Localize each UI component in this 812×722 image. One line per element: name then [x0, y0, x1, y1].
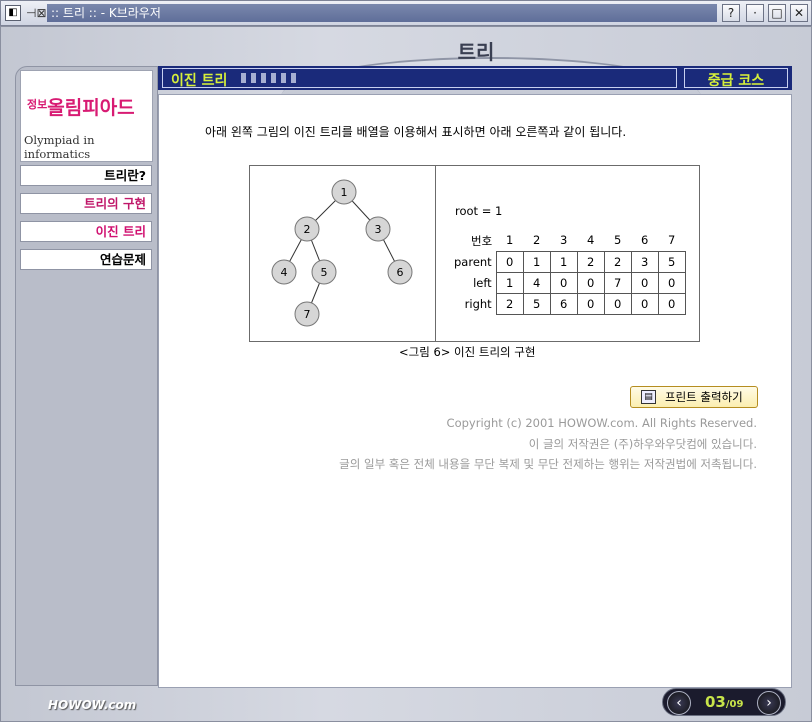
print-button-label: 프린트 출력하기: [665, 390, 743, 404]
pin-icon[interactable]: ⊣⊠: [26, 5, 47, 21]
menu-item-tree-implementation[interactable]: 트리의 구현: [20, 193, 152, 214]
table-cell: 0: [576, 292, 605, 315]
logo-english: Olympiad in informatics: [24, 133, 95, 161]
olympiad-logo: 정보올림피아드 Olympiad in informatics: [20, 70, 153, 162]
course-label: 중급 코스: [707, 73, 765, 89]
table-cell: 5: [522, 292, 551, 315]
menu-item-binary-tree[interactable]: 이진 트리: [20, 221, 152, 242]
minimize-button[interactable]: ·: [746, 4, 764, 22]
table-cell: 6: [549, 292, 578, 315]
binary-tree-diagram: 1 2 3 4 5 6 7: [271, 179, 413, 327]
window-title: :: 트리 :: - K브라우저: [47, 4, 717, 22]
tree-node: 5: [311, 259, 337, 285]
table-cell: 1: [495, 271, 524, 294]
tree-node-label: 4: [281, 266, 288, 279]
table-cell: 0: [576, 271, 605, 294]
row-label: left: [473, 275, 492, 290]
copyright-warning: 글의 일부 혹은 전체 내용을 무단 복제 및 무단 전제하는 행위는 저작권법…: [339, 457, 757, 471]
content-area: 아래 왼쪽 그림의 이진 트리를 배열을 이용해서 표시하면 아래 오른쪽과 같…: [158, 94, 792, 688]
figure-caption: <그림 6> 이진 트리의 구현: [399, 345, 536, 359]
page-navigator: ‹ 03/09 ›: [662, 688, 786, 716]
logo-korean: 정보올림피아드: [27, 97, 135, 119]
menu-item-exercises[interactable]: 연습문제: [20, 249, 152, 270]
root-label: root = 1: [455, 204, 503, 218]
column-header: 5: [614, 233, 622, 248]
array-table: 번호 1 2 3 4 5 6 7 parent 0 1 1 2 2 3 5 le…: [454, 230, 686, 315]
table-cell: 1: [522, 250, 551, 273]
tree-node-label: 3: [375, 223, 382, 236]
tree-node-label: 7: [304, 308, 311, 321]
tree-node: 2: [294, 216, 320, 242]
table-cell: 5: [657, 250, 686, 273]
page-title: 트리: [457, 40, 495, 64]
table-cell: 2: [495, 292, 524, 315]
column-header: 1: [506, 233, 514, 248]
tree-node-label: 1: [341, 186, 348, 199]
column-header: 6: [641, 233, 649, 248]
table-cell: 0: [657, 292, 686, 315]
window-titlebar: ◧ ⊣⊠ :: 트리 :: - K브라우저 ? · □ ✕: [0, 0, 812, 26]
copyright-line: Copyright (c) 2001 HOWOW.com. All Rights…: [446, 416, 757, 430]
print-button[interactable]: ▤ 프린트 출력하기: [630, 386, 758, 408]
howow-logo: HOWOW.com: [48, 698, 137, 712]
table-row-parent: parent 0 1 1 2 2 3 5: [454, 250, 686, 273]
section-title-box: 이진 트리: [162, 68, 677, 89]
tree-node-label: 2: [304, 223, 311, 236]
menu-item-tree-intro[interactable]: 트리란?: [20, 165, 152, 186]
checker-decoration: [241, 73, 299, 83]
prev-page-button[interactable]: ‹: [667, 691, 691, 715]
browser-app-icon[interactable]: ◧: [5, 5, 21, 21]
intro-text: 아래 왼쪽 그림의 이진 트리를 배열을 이용해서 표시하면 아래 오른쪽과 같…: [205, 125, 627, 139]
tree-node-label: 5: [321, 266, 328, 279]
next-page-button[interactable]: ›: [757, 691, 781, 715]
column-header: 3: [560, 233, 568, 248]
page-indicator: 03/09: [705, 693, 743, 711]
table-cell: 2: [576, 250, 605, 273]
maximize-button[interactable]: □: [768, 4, 786, 22]
table-cell: 0: [603, 292, 632, 315]
table-cell: 0: [549, 271, 578, 294]
table-cell: 0: [657, 271, 686, 294]
tree-node: 3: [365, 216, 391, 242]
table-cell: 3: [630, 250, 659, 273]
print-preview-icon: ▤: [641, 390, 656, 404]
page-current: 03: [705, 693, 726, 711]
table-header-row: 번호 1 2 3 4 5 6 7: [454, 230, 685, 251]
figure-box: 1234567 root = 1 번호 1 2 3 4 5 6 7 parent…: [249, 165, 700, 342]
tree-node: 7: [294, 301, 320, 327]
copyright-owner: 이 글의 저작권은 (주)하우와우닷컴에 있습니다.: [528, 437, 757, 451]
tree-node: 4: [271, 259, 297, 285]
column-header: 4: [587, 233, 595, 248]
table-cell: 4: [522, 271, 551, 294]
table-cell: 2: [603, 250, 632, 273]
table-row-right: right 2 5 6 0 0 0 0: [454, 292, 686, 315]
page-total: /09: [725, 699, 744, 710]
figure-divider: [435, 166, 436, 341]
help-button[interactable]: ?: [722, 4, 740, 22]
course-box: 중급 코스: [684, 68, 788, 89]
table-row-left: left 1 4 0 0 7 0 0: [454, 271, 686, 294]
index-label: 번호: [471, 233, 493, 248]
table-cell: 1: [549, 250, 578, 273]
table-cell: 0: [630, 292, 659, 315]
close-button[interactable]: ✕: [790, 4, 808, 22]
section-header: 이진 트리 중급 코스: [158, 66, 792, 90]
table-cell: 0: [495, 250, 524, 273]
column-header: 7: [668, 233, 676, 248]
row-label: parent: [454, 254, 492, 269]
tree-node: 1: [331, 179, 357, 205]
row-label: right: [464, 296, 492, 311]
table-cell: 0: [630, 271, 659, 294]
section-title: 이진 트리: [171, 73, 228, 89]
tree-node: 6: [387, 259, 413, 285]
table-cell: 7: [603, 271, 632, 294]
tree-node-label: 6: [397, 266, 404, 279]
column-header: 2: [533, 233, 541, 248]
